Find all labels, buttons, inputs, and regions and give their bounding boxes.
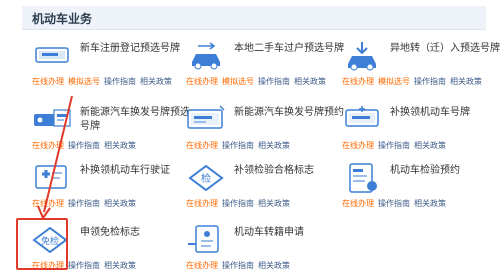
red-arrow-icon <box>37 95 73 221</box>
